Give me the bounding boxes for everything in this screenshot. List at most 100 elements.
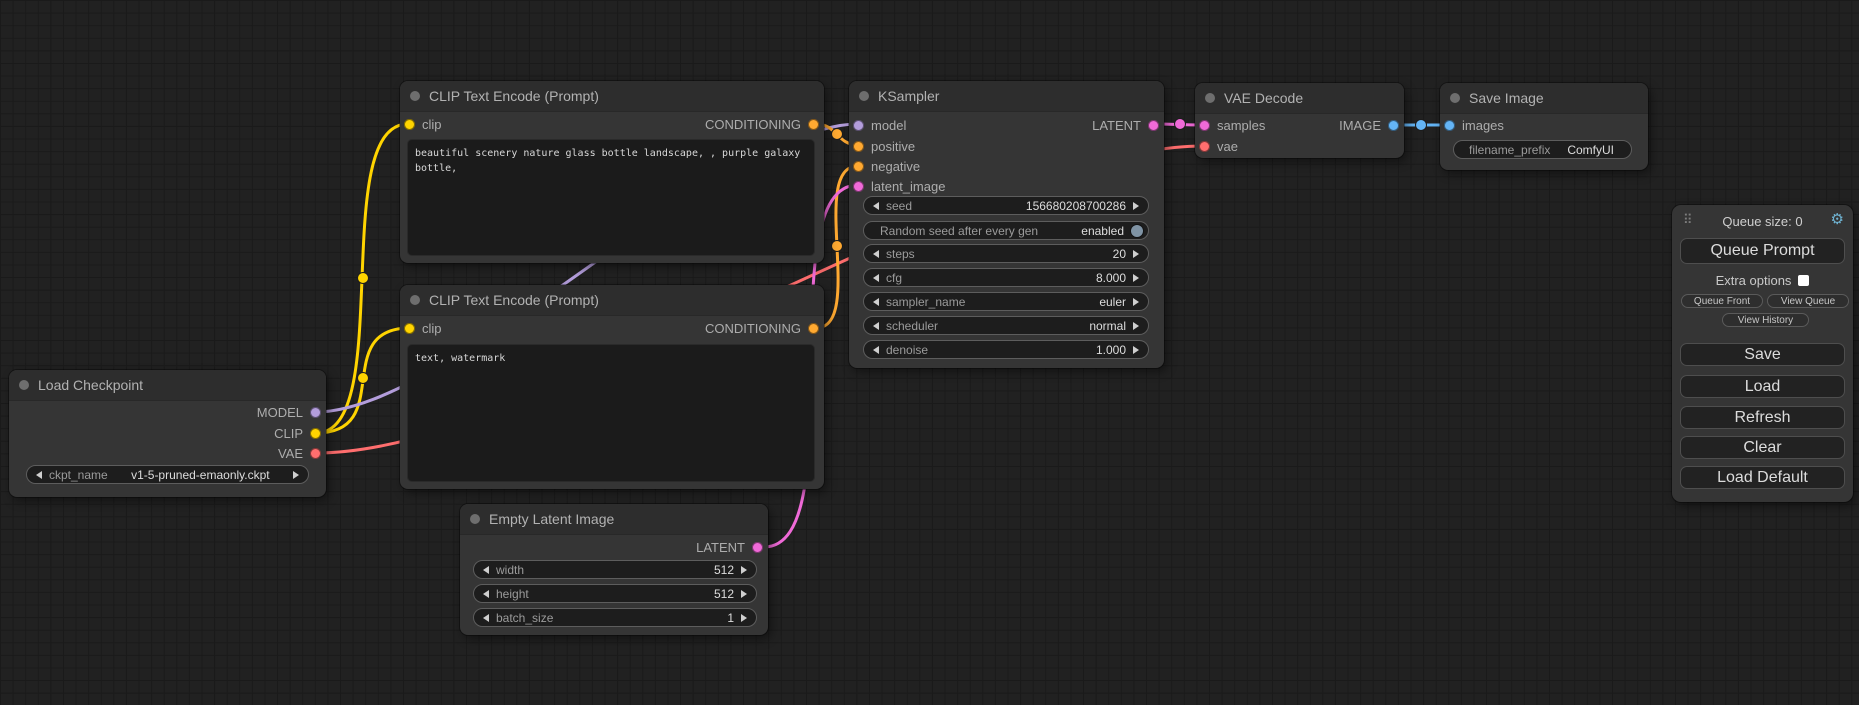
save-button[interactable]: Save — [1680, 343, 1845, 366]
port-dot-samples[interactable] — [1199, 120, 1210, 131]
load-default-button[interactable]: Load Default — [1680, 466, 1845, 489]
decrement-icon[interactable] — [873, 322, 879, 330]
widget-sampler-name[interactable]: sampler_name euler — [863, 292, 1149, 311]
decrement-icon[interactable] — [483, 566, 489, 574]
node-header[interactable]: Save Image — [1440, 83, 1648, 114]
decrement-icon[interactable] — [36, 471, 42, 479]
queue-menu-panel[interactable]: ⠿ Queue size: 0 ⚙ Queue Prompt Extra opt… — [1672, 205, 1853, 502]
increment-icon[interactable] — [741, 566, 747, 574]
input-port-samples[interactable]: samples — [1199, 116, 1265, 134]
node-header[interactable]: Load Checkpoint — [9, 370, 326, 401]
port-dot-clip[interactable] — [404, 323, 415, 334]
decrement-icon[interactable] — [873, 346, 879, 354]
widget-scheduler[interactable]: scheduler normal — [863, 316, 1149, 335]
widget-width[interactable]: width 512 — [473, 560, 757, 579]
widget-denoise[interactable]: denoise 1.000 — [863, 340, 1149, 359]
input-port-positive[interactable]: positive — [853, 137, 915, 155]
output-port-model[interactable]: MODEL — [257, 403, 321, 421]
toggle-dot-icon[interactable] — [1131, 225, 1143, 237]
decrement-icon[interactable] — [873, 250, 879, 258]
collapse-dot-icon[interactable] — [19, 380, 29, 390]
widget-ckpt-name[interactable]: ckpt_name v1-5-pruned-emaonly.ckpt — [26, 465, 309, 484]
decrement-icon[interactable] — [873, 202, 879, 210]
settings-gear-icon[interactable]: ⚙ — [1831, 211, 1844, 229]
output-port-latent[interactable]: LATENT — [1092, 116, 1159, 134]
node-clip-text-encode-negative[interactable]: CLIP Text Encode (Prompt) clip CONDITION… — [400, 285, 824, 489]
port-dot-latent[interactable] — [752, 542, 763, 553]
decrement-icon[interactable] — [873, 274, 879, 282]
increment-icon[interactable] — [1133, 346, 1139, 354]
input-port-images[interactable]: images — [1444, 116, 1504, 134]
collapse-dot-icon[interactable] — [1450, 93, 1460, 103]
increment-icon[interactable] — [1133, 274, 1139, 282]
load-button[interactable]: Load — [1680, 375, 1845, 398]
output-port-clip[interactable]: CLIP — [274, 424, 321, 442]
input-port-clip[interactable]: clip — [404, 115, 442, 133]
view-history-button[interactable]: View History — [1722, 313, 1809, 327]
view-queue-button[interactable]: View Queue — [1767, 294, 1849, 308]
port-dot-conditioning[interactable] — [808, 119, 819, 130]
input-port-clip[interactable]: clip — [404, 319, 442, 337]
node-save-image[interactable]: Save Image images filename_prefix ComfyU… — [1440, 83, 1648, 170]
increment-icon[interactable] — [1133, 322, 1139, 330]
widget-random-seed-toggle[interactable]: Random seed after every gen enabled — [863, 221, 1149, 240]
port-dot-images[interactable] — [1444, 120, 1455, 131]
input-port-model[interactable]: model — [853, 116, 906, 134]
node-empty-latent-image[interactable]: Empty Latent Image LATENT width 512 heig… — [460, 504, 768, 635]
input-port-latent-image[interactable]: latent_image — [853, 177, 945, 195]
widget-filename-prefix[interactable]: filename_prefix ComfyUI — [1453, 140, 1632, 159]
increment-icon[interactable] — [741, 590, 747, 598]
increment-icon[interactable] — [741, 614, 747, 622]
port-dot-conditioning[interactable] — [808, 323, 819, 334]
input-port-vae[interactable]: vae — [1199, 137, 1238, 155]
node-header[interactable]: Empty Latent Image — [460, 504, 768, 535]
output-port-image[interactable]: IMAGE — [1339, 116, 1399, 134]
port-dot-clip[interactable] — [310, 428, 321, 439]
output-port-vae[interactable]: VAE — [278, 444, 321, 462]
port-dot-vae[interactable] — [310, 448, 321, 459]
widget-steps[interactable]: steps 20 — [863, 244, 1149, 263]
input-port-negative[interactable]: negative — [853, 157, 920, 175]
decrement-icon[interactable] — [483, 590, 489, 598]
increment-icon[interactable] — [1133, 202, 1139, 210]
extra-options-checkbox[interactable] — [1798, 275, 1809, 286]
port-dot-clip[interactable] — [404, 119, 415, 130]
node-header[interactable]: CLIP Text Encode (Prompt) — [400, 285, 824, 316]
port-dot-image[interactable] — [1388, 120, 1399, 131]
node-clip-text-encode-positive[interactable]: CLIP Text Encode (Prompt) clip CONDITION… — [400, 81, 824, 263]
output-port-latent[interactable]: LATENT — [696, 538, 763, 556]
collapse-dot-icon[interactable] — [410, 295, 420, 305]
collapse-dot-icon[interactable] — [410, 91, 420, 101]
collapse-dot-icon[interactable] — [1205, 93, 1215, 103]
node-ksampler[interactable]: KSampler model positive negative latent_… — [849, 81, 1164, 368]
port-dot-positive[interactable] — [853, 141, 864, 152]
output-port-conditioning[interactable]: CONDITIONING — [705, 319, 819, 337]
refresh-button[interactable]: Refresh — [1680, 406, 1845, 429]
node-vae-decode[interactable]: VAE Decode samples vae IMAGE — [1195, 83, 1404, 158]
port-dot-negative[interactable] — [853, 161, 864, 172]
prompt-textarea[interactable]: text, watermark — [408, 345, 814, 481]
collapse-dot-icon[interactable] — [859, 91, 869, 101]
queue-prompt-button[interactable]: Queue Prompt — [1680, 238, 1845, 264]
queue-front-button[interactable]: Queue Front — [1681, 294, 1763, 308]
port-dot-vae[interactable] — [1199, 141, 1210, 152]
node-load-checkpoint[interactable]: Load Checkpoint MODEL CLIP VAE ckpt_name… — [9, 370, 326, 497]
port-dot-model[interactable] — [853, 120, 864, 131]
widget-height[interactable]: height 512 — [473, 584, 757, 603]
clear-button[interactable]: Clear — [1680, 436, 1845, 459]
node-header[interactable]: VAE Decode — [1195, 83, 1404, 114]
widget-seed[interactable]: seed 156680208700286 — [863, 196, 1149, 215]
increment-icon[interactable] — [1133, 298, 1139, 306]
widget-batch-size[interactable]: batch_size 1 — [473, 608, 757, 627]
increment-icon[interactable] — [1133, 250, 1139, 258]
port-dot-model[interactable] — [310, 407, 321, 418]
prompt-textarea[interactable]: beautiful scenery nature glass bottle la… — [408, 140, 814, 255]
port-dot-latent-image[interactable] — [853, 181, 864, 192]
node-header[interactable]: KSampler — [849, 81, 1164, 112]
widget-cfg[interactable]: cfg 8.000 — [863, 268, 1149, 287]
increment-icon[interactable] — [293, 471, 299, 479]
port-dot-latent[interactable] — [1148, 120, 1159, 131]
collapse-dot-icon[interactable] — [470, 514, 480, 524]
output-port-conditioning[interactable]: CONDITIONING — [705, 115, 819, 133]
drag-handle-icon[interactable]: ⠿ — [1683, 212, 1692, 228]
